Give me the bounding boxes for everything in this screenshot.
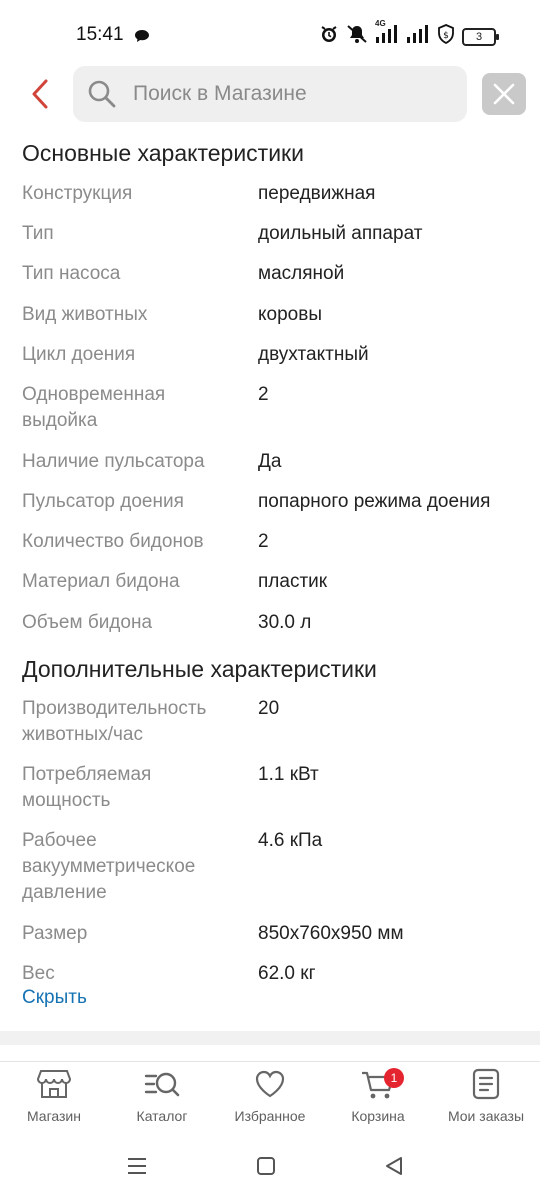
status-bar: 15:41 4G $ 3 <box>0 0 540 60</box>
tab-catalog[interactable]: Каталог <box>108 1068 216 1124</box>
tab-store[interactable]: Магазин <box>0 1068 108 1124</box>
close-icon <box>493 83 515 105</box>
spec-value: 1.1 кВт <box>258 764 319 785</box>
spec-key: Количество бидонов <box>22 531 204 552</box>
battery-level: 3 <box>475 30 483 43</box>
tab-label: Корзина <box>351 1108 405 1124</box>
tab-cart[interactable]: 1 Корзина <box>324 1068 432 1124</box>
spec-value: коровы <box>258 304 322 325</box>
main-specs-title: Основные характеристики <box>22 140 304 166</box>
home-square-icon[interactable] <box>256 1156 276 1181</box>
spec-value: 2 <box>258 384 269 405</box>
network-type: 4G <box>375 19 386 28</box>
section-divider <box>0 1031 540 1045</box>
spec-value: двухтактный <box>258 344 369 365</box>
store-icon <box>37 1070 71 1098</box>
spec-value: 2 <box>258 531 269 552</box>
spec-value: пластик <box>258 571 328 592</box>
clear-search-button[interactable] <box>482 73 526 115</box>
mute-icon <box>346 24 368 49</box>
spec-key: Тип насоса <box>22 263 121 284</box>
spec-value: 30.0 л <box>258 612 312 633</box>
status-icons: 4G $ 3 <box>319 19 499 49</box>
hide-specs-link[interactable]: Скрыть <box>22 987 87 1009</box>
spec-key: Цикл доения <box>22 344 136 365</box>
spec-value: Да <box>258 451 282 472</box>
spec-value: доильный аппарат <box>258 223 423 244</box>
cart-badge: 1 <box>384 1068 404 1088</box>
spec-key: Размер <box>22 923 88 944</box>
spec-key: Конструкция <box>22 183 133 204</box>
search-placeholder: Поиск в Магазине <box>133 82 307 105</box>
orders-icon <box>472 1068 500 1100</box>
shield-icon: $ <box>437 24 455 49</box>
search-input[interactable]: Поиск в Магазине <box>73 66 467 122</box>
spec-value: 850x760x950 мм <box>258 923 404 944</box>
alarm-icon <box>319 24 339 49</box>
search-header: Поиск в Магазине <box>0 66 540 124</box>
spec-value: масляной <box>258 263 345 284</box>
heart-icon <box>255 1070 285 1098</box>
signal-icon-2 <box>406 25 430 48</box>
search-icon <box>88 80 116 108</box>
chevron-left-icon <box>32 79 48 109</box>
spec-value: передвижная <box>258 183 376 204</box>
system-nav-bar <box>0 1140 540 1200</box>
spec-key: Объем бидона <box>22 612 153 633</box>
svg-text:$: $ <box>443 31 449 41</box>
spec-key: Вид животных <box>22 304 148 325</box>
tab-label: Избранное <box>234 1108 306 1124</box>
tabbar-divider <box>0 1061 540 1062</box>
spec-key: Вес <box>22 963 55 984</box>
tab-label: Мои заказы <box>447 1108 525 1124</box>
battery-icon: 3 <box>462 27 499 46</box>
spec-key: Тип <box>22 223 54 244</box>
back-triangle-icon[interactable] <box>384 1156 404 1181</box>
spec-value: попарного режима доения <box>258 491 491 512</box>
tab-label: Каталог <box>136 1108 188 1124</box>
tab-label: Магазин <box>26 1108 81 1124</box>
spec-key: Потребляемая мощность <box>22 764 152 811</box>
bottom-tab-bar: Магазин Каталог Избранное 1 Корзина Мои … <box>0 1068 540 1138</box>
spec-key: Рабочее вакуумметрическое давление <box>22 830 196 903</box>
spec-key: Пульсатор доения <box>22 491 184 512</box>
status-time: 15:41 <box>76 24 124 45</box>
tab-orders[interactable]: Мои заказы <box>432 1068 540 1124</box>
back-button[interactable] <box>22 76 58 112</box>
tab-favorites[interactable]: Избранное <box>216 1068 324 1124</box>
catalog-search-icon <box>144 1072 180 1097</box>
menu-icon[interactable] <box>126 1156 148 1181</box>
spec-key: Наличие пульсатора <box>22 451 205 472</box>
chat-icon <box>134 29 150 48</box>
spec-key: Производительность животных/час <box>22 698 207 745</box>
extra-specs-title: Дополнительные характеристики <box>22 656 377 682</box>
signal-icon: 4G <box>375 19 399 48</box>
spec-value: 20 <box>258 698 280 719</box>
spec-key: Одновременная выдойка <box>22 384 166 431</box>
spec-key: Материал бидона <box>22 571 180 592</box>
spec-value: 4.6 кПа <box>258 830 323 851</box>
spec-value: 62.0 кг <box>258 963 316 984</box>
